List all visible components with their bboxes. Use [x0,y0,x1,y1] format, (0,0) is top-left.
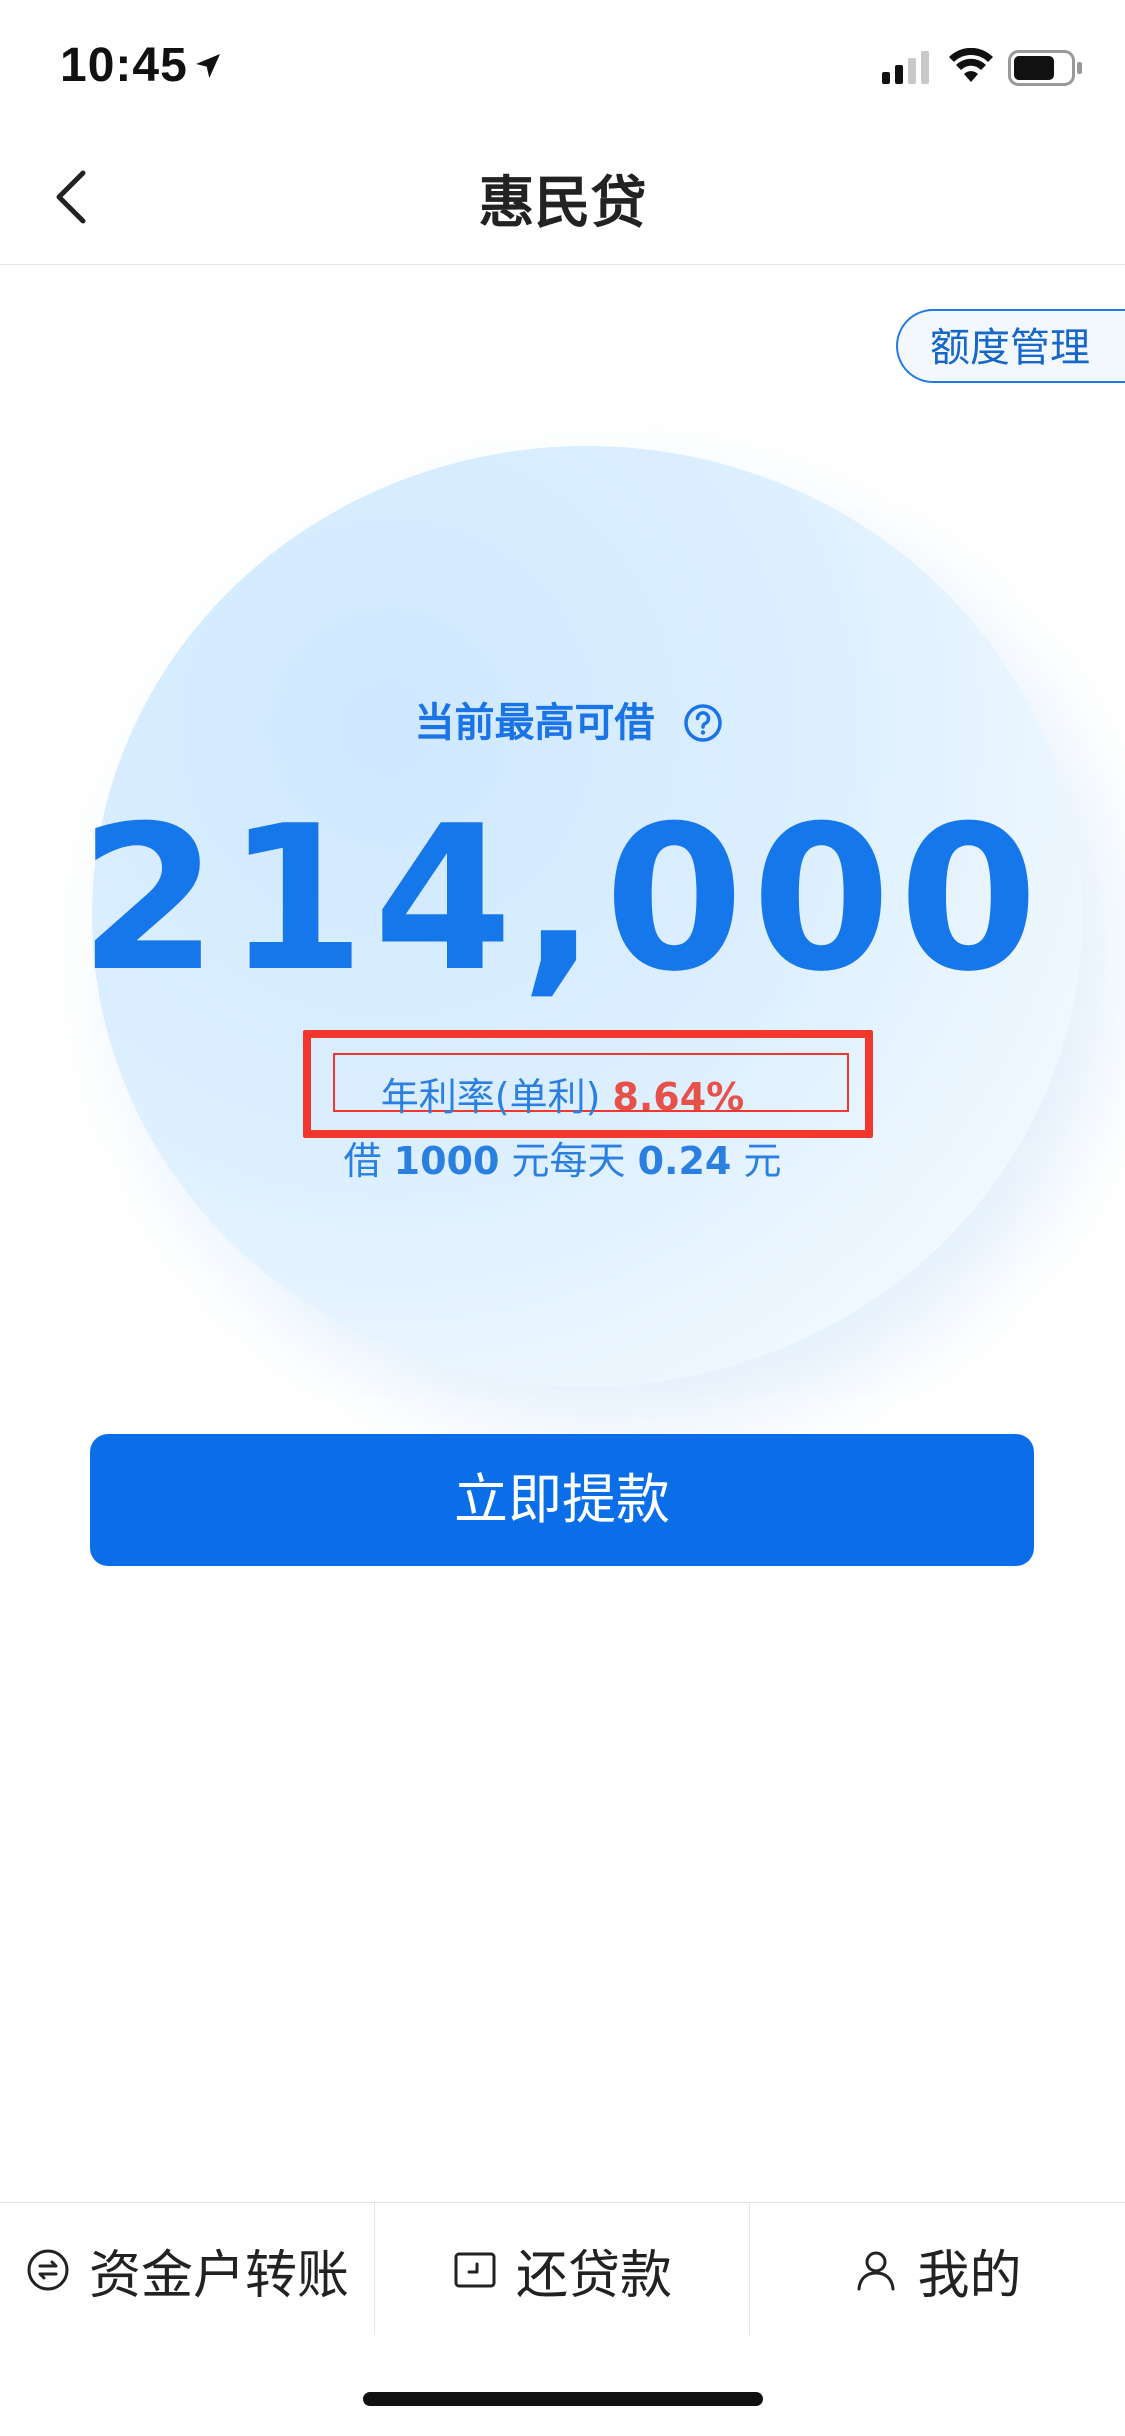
daily-interest-value: 0.24 [637,1139,732,1183]
user-icon [857,2251,895,2291]
tab-repay-loan-label: 还贷款 [515,2245,672,2306]
battery-icon [1008,50,1082,86]
wifi-icon [949,48,993,82]
tab-mine[interactable]: 我的 [750,2203,1125,2337]
tab-mine-label: 我的 [917,2245,1022,2306]
withdraw-now-button[interactable]: 立即提款 [90,1434,1034,1566]
repay-icon [454,2252,496,2288]
home-indicator[interactable] [363,2392,763,2406]
help-question-icon[interactable] [683,703,723,743]
tab-fund-transfer[interactable]: 资金户转账 [0,2203,374,2337]
tab-fund-transfer-label: 资金户转账 [88,2245,349,2306]
status-bar: 10:45 [0,0,1125,132]
page-title: 惠民贷 [478,171,647,236]
annual-rate-value: 8.64% [612,1075,745,1119]
navigation-bar: 惠民贷 [0,132,1125,265]
daily-mid: 元每天 [511,1139,626,1183]
annual-rate-label: 年利率(单利) [380,1075,601,1119]
limit-manage-button[interactable]: 额度管理 [896,309,1125,383]
max-borrow-amount: 214,000 [79,783,1046,1016]
cellular-signal-icon [882,51,929,84]
max-borrow-label-text: 当前最高可借 [414,700,655,746]
daily-prefix: 借 [343,1139,382,1183]
transfer-icon [27,2249,69,2291]
app-screen: 10:45 惠民贷 额度管理 当前最高可借 214,000 年利率(单利) 8.… [0,0,1125,2436]
status-time: 10:45 [60,39,188,92]
tab-repay-loan[interactable]: 还贷款 [375,2203,749,2337]
location-arrow-icon [196,54,220,78]
annual-rate-line: 年利率(单利) 8.64% [0,1066,1125,1121]
daily-principal: 1000 [393,1139,500,1183]
daily-interest-line: 借 1000 元每天 0.24 元 [0,1130,1125,1185]
max-borrow-label: 当前最高可借 [0,690,1125,748]
daily-suffix: 元 [743,1139,782,1183]
